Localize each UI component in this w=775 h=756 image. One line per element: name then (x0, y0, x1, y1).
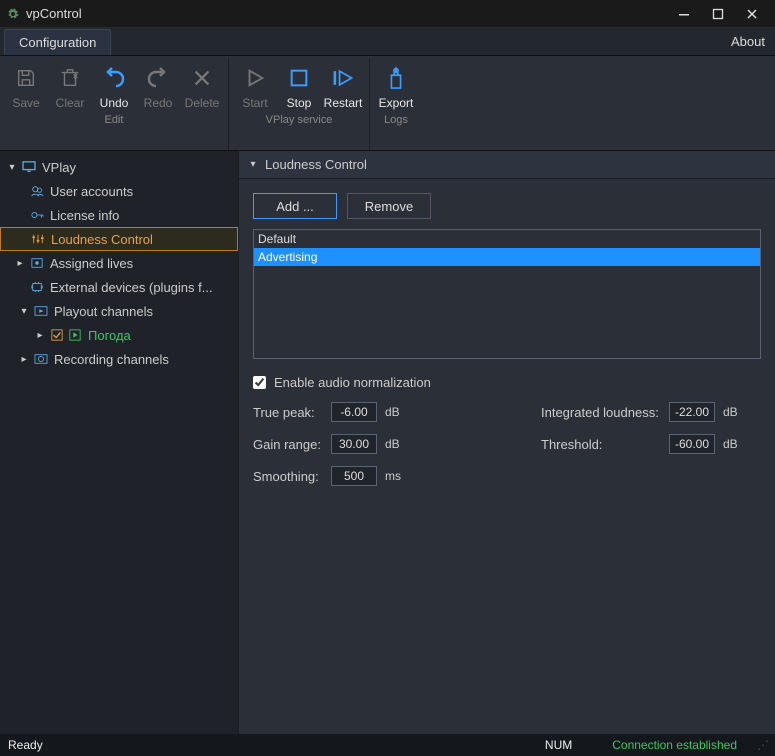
list-item[interactable]: Advertising (254, 248, 760, 266)
threshold-label: Threshold: (541, 437, 661, 452)
clear-icon (56, 64, 84, 92)
chevron-down-icon[interactable]: ▾ (16, 306, 32, 317)
tree-node-recording-channels[interactable]: ▸ Recording channels (0, 347, 238, 371)
resize-grip-icon[interactable]: ⋰ (757, 738, 767, 752)
restart-button[interactable]: Restart (321, 60, 365, 112)
status-num: NUM (545, 738, 572, 752)
tree-node-vplay[interactable]: ▾ VPlay (0, 155, 238, 179)
users-icon (28, 185, 46, 197)
integrated-loudness-label: Integrated loudness: (541, 405, 661, 420)
minimize-button[interactable] (667, 0, 701, 28)
delete-icon (188, 64, 216, 92)
chevron-right-icon[interactable]: ▸ (32, 330, 48, 341)
save-button[interactable]: Save (4, 60, 48, 112)
tree-node-license-info[interactable]: License info (0, 203, 238, 227)
undo-icon (100, 64, 128, 92)
gain-range-label: Gain range: (253, 437, 323, 452)
content-pane: ▾ Loudness Control Add ... Remove Defaul… (238, 151, 775, 734)
record-icon (32, 353, 50, 365)
monitor-icon (20, 161, 38, 173)
enable-normalization-label: Enable audio normalization (274, 375, 431, 390)
close-button[interactable] (735, 0, 769, 28)
maximize-button[interactable] (701, 0, 735, 28)
about-link[interactable]: About (721, 28, 775, 55)
playout-icon (32, 305, 50, 317)
undo-button[interactable]: Undo (92, 60, 136, 112)
redo-button[interactable]: Redo (136, 60, 180, 112)
tree-node-assigned-lives[interactable]: ▸ Assigned lives (0, 251, 238, 275)
start-button[interactable]: Start (233, 60, 277, 112)
profile-list[interactable]: Default Advertising (253, 229, 761, 359)
chevron-down-icon[interactable]: ▾ (245, 159, 261, 170)
check-icon (48, 329, 66, 341)
tree-node-user-accounts[interactable]: User accounts (0, 179, 238, 203)
smoothing-input[interactable] (331, 466, 377, 486)
enable-normalization-checkbox[interactable] (253, 376, 266, 389)
pane-header: ▾ Loudness Control (239, 151, 775, 179)
integrated-loudness-input[interactable] (669, 402, 715, 422)
ribbon: Save Clear Undo Redo Delete Edit (0, 56, 775, 151)
stop-button[interactable]: Stop (277, 60, 321, 112)
tree-node-pogoda[interactable]: ▸ Погода (0, 323, 238, 347)
export-icon (382, 64, 410, 92)
stop-icon (285, 64, 313, 92)
ribbon-group-vplay: VPlay service (233, 112, 365, 130)
true-peak-input[interactable] (331, 402, 377, 422)
redo-icon (144, 64, 172, 92)
sliders-icon (29, 233, 47, 245)
smoothing-label: Smoothing: (253, 469, 323, 484)
list-item[interactable]: Default (254, 230, 760, 248)
pane-title: Loudness Control (265, 157, 367, 172)
export-button[interactable]: Export (374, 60, 418, 112)
chevron-right-icon[interactable]: ▸ (16, 354, 32, 365)
titlebar: vpControl (0, 0, 775, 28)
status-ready: Ready (8, 738, 43, 752)
key-icon (28, 209, 46, 221)
chevron-right-icon[interactable]: ▸ (12, 258, 28, 269)
sidebar: ▾ VPlay User accounts License info Loudn… (0, 151, 238, 734)
status-bar: Ready NUM Connection established ⋰ (0, 734, 775, 756)
tab-configuration[interactable]: Configuration (4, 29, 111, 55)
play-small-icon (66, 329, 84, 341)
tree-node-loudness-control[interactable]: Loudness Control (0, 227, 238, 251)
chevron-down-icon[interactable]: ▾ (4, 162, 20, 173)
plugin-icon (28, 281, 46, 293)
play-icon (241, 64, 269, 92)
status-connection: Connection established (612, 738, 737, 752)
menu-bar: Configuration About (0, 28, 775, 56)
save-icon (12, 64, 40, 92)
gear-icon (6, 7, 20, 21)
clear-button[interactable]: Clear (48, 60, 92, 112)
tree-node-external-devices[interactable]: External devices (plugins f... (0, 275, 238, 299)
remove-button[interactable]: Remove (347, 193, 431, 219)
ribbon-group-logs: Logs (374, 112, 418, 130)
tree-node-playout-channels[interactable]: ▾ Playout channels (0, 299, 238, 323)
add-button[interactable]: Add ... (253, 193, 337, 219)
gain-range-input[interactable] (331, 434, 377, 454)
true-peak-label: True peak: (253, 405, 323, 420)
ribbon-group-edit: Edit (4, 112, 224, 130)
delete-button[interactable]: Delete (180, 60, 224, 112)
restart-icon (329, 64, 357, 92)
threshold-input[interactable] (669, 434, 715, 454)
live-icon (28, 257, 46, 269)
window-title: vpControl (26, 6, 667, 21)
